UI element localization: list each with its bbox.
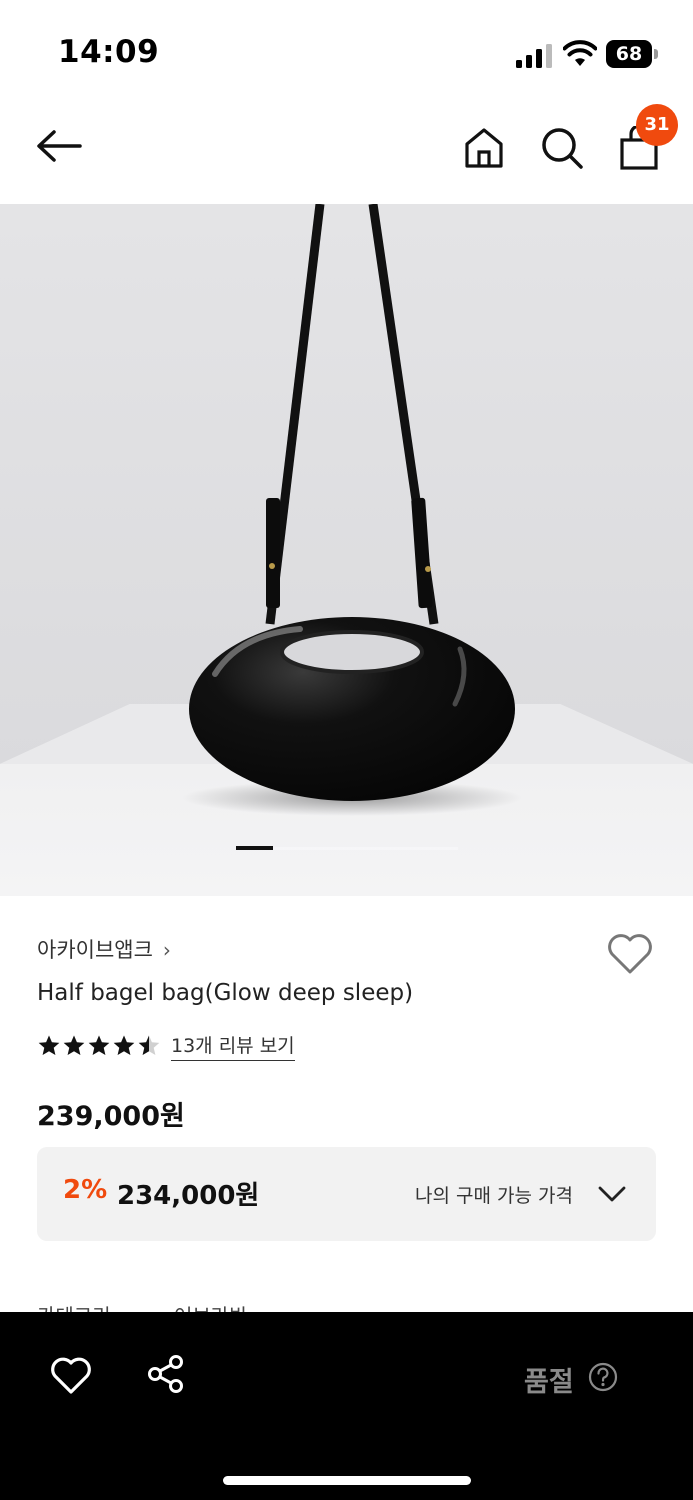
home-indicator	[223, 1476, 471, 1485]
review-link[interactable]: 13개 리뷰 보기	[171, 1031, 295, 1061]
heart-icon[interactable]	[606, 932, 654, 976]
star-rating	[37, 1034, 161, 1058]
discount-price: 234,000원	[117, 1181, 260, 1211]
app-header	[0, 96, 693, 204]
star-icon	[138, 1035, 160, 1055]
home-icon[interactable]	[462, 126, 506, 170]
search-icon[interactable]	[540, 126, 584, 170]
brand-name: 아카이브앱크	[37, 938, 153, 962]
product-name: Half bagel bag(Glow deep sleep)	[37, 980, 414, 1006]
my-price-toggle-label: 나의 구매 가능 가격	[415, 1185, 573, 1207]
carousel-active-indicator	[236, 846, 273, 850]
product-image-carousel[interactable]	[0, 204, 693, 896]
battery-indicator: 68	[606, 40, 658, 68]
status-bar: 14:09 68	[0, 0, 693, 96]
discount-rate: 2%	[63, 1175, 108, 1205]
arrow-left-icon[interactable]	[34, 126, 84, 166]
brand-link[interactable]: 아카이브앱크 ›	[37, 934, 171, 964]
wifi-icon	[563, 40, 597, 66]
battery-level: 68	[606, 40, 652, 68]
chevron-right-icon: ›	[162, 938, 171, 962]
product-photo	[0, 204, 693, 896]
star-icon	[63, 1035, 85, 1055]
share-icon[interactable]	[146, 1354, 186, 1394]
bottom-action-bar: 품절	[0, 1312, 693, 1500]
help-circle-icon[interactable]	[588, 1362, 618, 1392]
status-time: 14:09	[58, 34, 160, 70]
heart-icon[interactable]	[50, 1356, 92, 1396]
star-icon	[113, 1035, 135, 1055]
product-price: 239,000원	[37, 1101, 185, 1132]
battery-cap	[654, 49, 658, 59]
my-price-box[interactable]: 2% 234,000원 나의 구매 가능 가격	[37, 1147, 656, 1241]
star-icon	[38, 1035, 60, 1055]
rating-row: 13개 리뷰 보기	[37, 1030, 295, 1062]
cellular-signal-icon	[516, 44, 552, 68]
chevron-down-icon	[598, 1186, 626, 1202]
star-icon	[88, 1035, 110, 1055]
cart-count-badge: 31	[636, 104, 678, 146]
soldout-label: 품절	[524, 1367, 574, 1398]
